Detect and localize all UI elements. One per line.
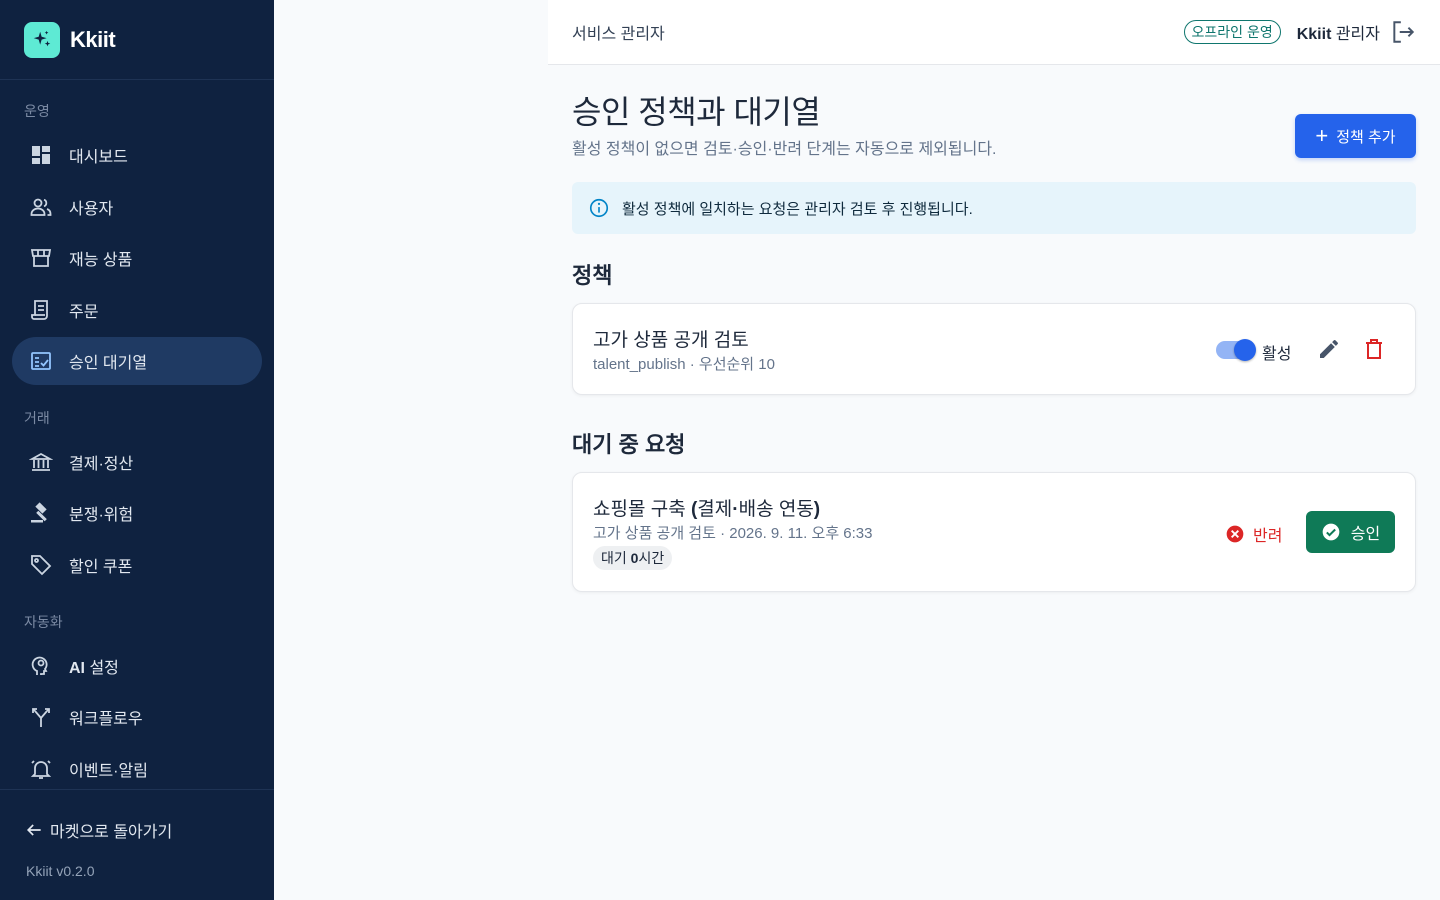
sidebar-item-label: 사용자 (69, 201, 114, 218)
pencil-icon (1320, 339, 1338, 358)
sidebar-item-label: 할인 쿠폰 (69, 559, 133, 576)
tag-icon (28, 552, 54, 578)
users-icon (28, 194, 54, 220)
sidebar-item-approval-queue[interactable]: 승인 대기열 (12, 337, 262, 385)
request-title: 쇼핑몰 구축 (결제·배송 연동) (593, 494, 820, 521)
plus-icon: + (1315, 123, 1329, 148)
info-alert: 활성 정책에 일치하는 요청은 관리자 검토 후 진행됩니다. (572, 182, 1416, 234)
brand-name: Kkiit (70, 26, 116, 52)
user-role: 관리자 (1331, 26, 1380, 43)
header-title: 서비스 관리자 (572, 26, 665, 43)
toggle-knob (1234, 339, 1256, 361)
sidebar-item-label: AI 설정 (69, 654, 119, 678)
page-subtitle: 활성 정책이 없으면 검토·승인·반려 단계는 자동으로 제외됩니다. (572, 141, 997, 158)
sidebar-item-payments[interactable]: 결제·정산 (12, 438, 262, 486)
nav-section-trade: 거래 (24, 410, 50, 426)
policy-meta: talent_publish · 우선순위 10 (593, 356, 775, 373)
delete-policy-button[interactable] (1361, 336, 1387, 362)
sidebar: Kkiit 운영 대시보드 사용자 재능 상품 주문 승인 대기열 거래 결제·… (0, 0, 274, 900)
sidebar-item-label: 결제·정산 (69, 456, 134, 473)
reject-label: 반려 (1253, 528, 1283, 545)
cancel-circle-icon (1226, 525, 1244, 543)
psychology-icon (28, 653, 54, 679)
logout-icon[interactable] (1390, 19, 1416, 45)
sidebar-item-label: 승인 대기열 (69, 355, 148, 372)
settings-label: 설정 (85, 660, 119, 677)
sidebar-item-label: 워크플로우 (69, 711, 143, 728)
nav-section-automation: 자동화 (24, 614, 63, 630)
user-brand: Kkiit (1296, 26, 1332, 43)
arrow-left-icon (26, 824, 41, 836)
sidebar-item-label: 대시보드 (69, 149, 128, 166)
top-bar: 서비스 관리자 오프라인 운영 Kkiit 관리자 (548, 0, 1440, 65)
approve-label: 승인 (1350, 526, 1381, 543)
sidebar-item-orders[interactable]: 주문 (12, 286, 262, 334)
back-link-label: 마켓으로 돌아가기 (50, 824, 173, 841)
sidebar-item-dashboard[interactable]: 대시보드 (12, 131, 262, 179)
request-card: 쇼핑몰 구축 (결제·배송 연동) 고가 상품 공개 검토 · 2026. 9.… (572, 472, 1416, 592)
request-title-prefix: 쇼핑몰 구축 (593, 499, 691, 520)
sidebar-item-users[interactable]: 사용자 (12, 183, 262, 231)
info-text: 활성 정책에 일치하는 요청은 관리자 검토 후 진행됩니다. (622, 200, 973, 218)
policy-card: 고가 상품 공개 검토 talent_publish · 우선순위 10 활성 (572, 303, 1416, 395)
wait-prefix: 대기 (601, 550, 631, 566)
merge-icon (28, 704, 54, 730)
policies-section-title: 정책 (572, 263, 613, 288)
add-policy-button[interactable]: + 정책 추가 (1295, 114, 1416, 158)
app-version: Kkiit v0.2.0 (26, 863, 95, 879)
sidebar-item-events[interactable]: 이벤트·알림 (12, 745, 262, 793)
sidebar-item-label: 주문 (69, 304, 99, 321)
alarm-bell-icon (28, 756, 54, 782)
sidebar-footer: 마켓으로 돌아가기 Kkiit v0.2.0 (0, 789, 274, 900)
trash-icon (1366, 339, 1382, 359)
wait-suffix: 시간 (638, 550, 665, 566)
sidebar-item-label: 재능 상품 (69, 252, 133, 269)
nav-section-operations: 운영 (24, 103, 50, 119)
request-title-paren-close: ) (813, 499, 821, 520)
request-title-rest: 배송 연동 (738, 499, 814, 520)
ai-label: AI (69, 660, 85, 677)
dashboard-icon (28, 142, 54, 168)
sidebar-item-workflow[interactable]: 워크플로우 (12, 693, 262, 741)
gavel-icon (28, 500, 54, 526)
sidebar-item-coupons[interactable]: 할인 쿠폰 (12, 541, 262, 589)
policy-toggle-label: 활성 (1262, 346, 1292, 363)
wait-time-chip: 대기 0시간 (593, 546, 673, 570)
approve-button[interactable]: 승인 (1306, 511, 1395, 553)
sidebar-item-ai-settings[interactable]: AI 설정 (12, 642, 262, 690)
sidebar-item-label: 이벤트·알림 (69, 763, 148, 780)
info-icon (589, 198, 609, 218)
approval-queue-icon (28, 348, 54, 374)
request-meta: 고가 상품 공개 검토 · 2026. 9. 11. 오후 6:33 (593, 525, 873, 542)
sparkle-icon (24, 21, 60, 58)
policy-active-toggle[interactable] (1216, 339, 1256, 361)
page-title: 승인 정책과 대기열 (572, 94, 821, 130)
user-name: Kkiit 관리자 (1297, 20, 1380, 44)
sidebar-item-label: 분쟁·위험 (69, 507, 134, 524)
bank-icon (28, 449, 54, 475)
policy-title: 고가 상품 공개 검토 (593, 330, 749, 351)
store-icon (28, 245, 54, 271)
edit-policy-button[interactable] (1316, 336, 1342, 362)
requests-section-title: 대기 중 요청 (572, 432, 686, 457)
back-to-market-link[interactable]: 마켓으로 돌아가기 (24, 818, 172, 842)
receipt-icon (28, 297, 54, 323)
sidebar-item-talent-products[interactable]: 재능 상품 (12, 234, 262, 282)
request-title-mid: 결제 (697, 499, 733, 520)
check-circle-icon (1322, 523, 1340, 541)
add-policy-label: 정책 추가 (1336, 128, 1396, 146)
brand[interactable]: Kkiit (0, 0, 274, 80)
reject-button[interactable]: 반려 (1225, 522, 1282, 546)
status-badge: 오프라인 운영 (1183, 20, 1281, 44)
sidebar-item-disputes[interactable]: 분쟁·위험 (12, 489, 262, 537)
